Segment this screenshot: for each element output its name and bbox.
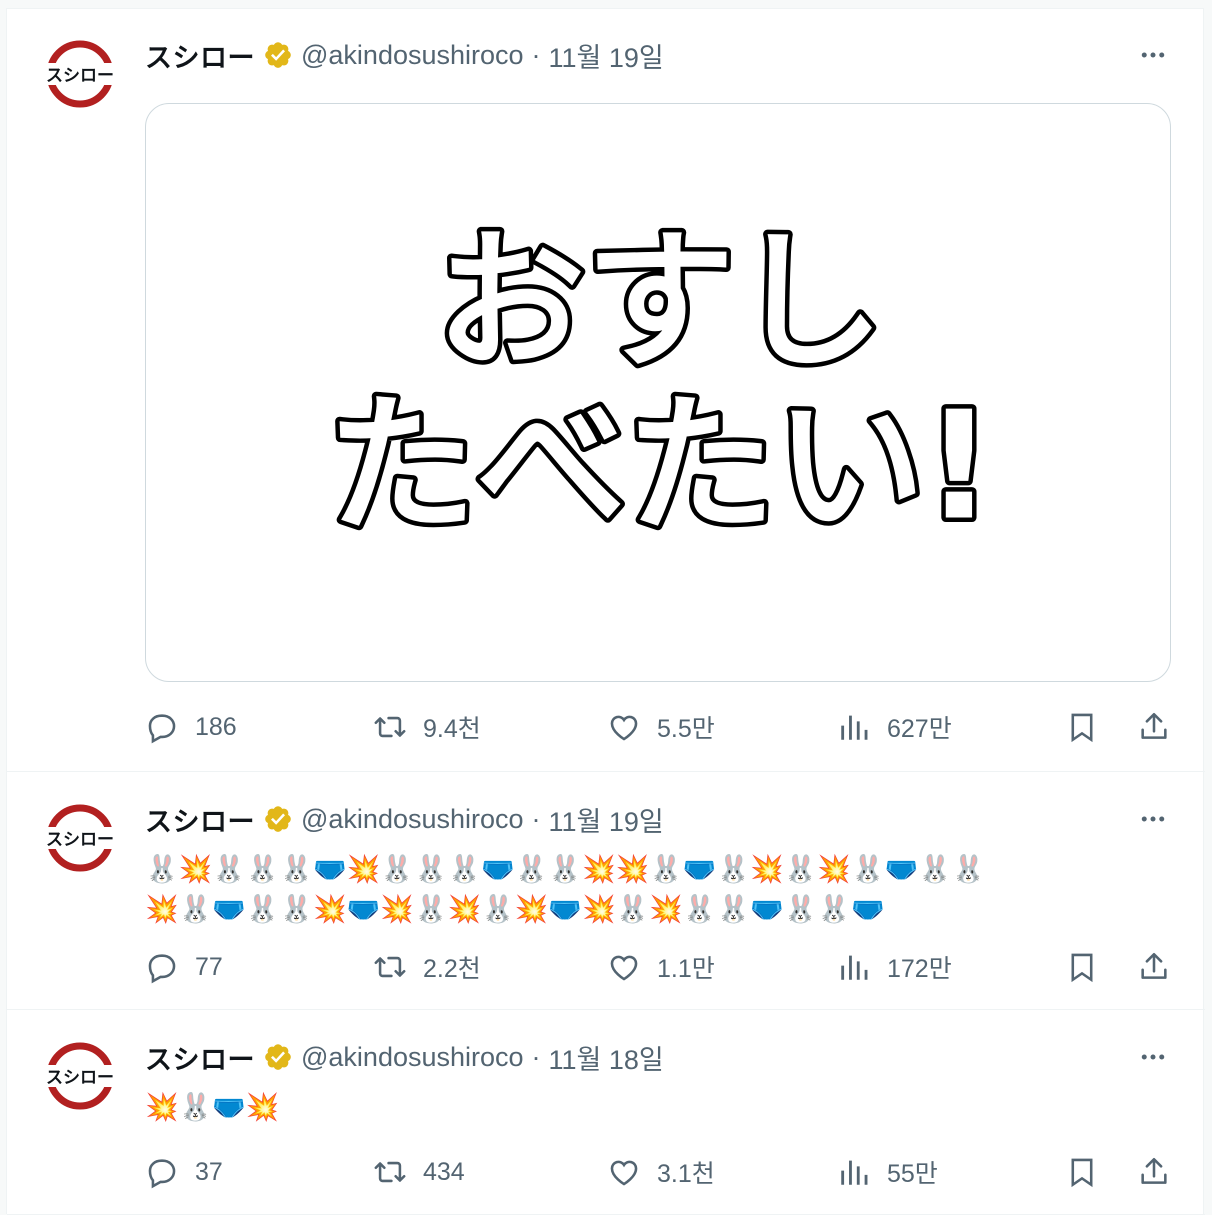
- separator-dot: ·: [531, 39, 541, 70]
- display-name[interactable]: スシロー: [145, 1038, 255, 1077]
- retweet-icon: [374, 956, 406, 978]
- like-button[interactable]: 5.5만: [607, 707, 715, 747]
- bookmark-icon: [1071, 953, 1093, 983]
- views-button[interactable]: 627만: [837, 707, 952, 747]
- user-handle[interactable]: @akindosushiroco: [301, 804, 524, 835]
- reply-count: 186: [195, 712, 237, 741]
- share-icon: [1141, 952, 1167, 979]
- tweet-actions: 77 2.2천 1.1만 172만: [145, 947, 1175, 987]
- like-icon: [610, 715, 638, 741]
- more-icon[interactable]: [1135, 801, 1171, 837]
- timeline-feed: スシロー スシロー @akindosushiroco · 11월 19일 おすし…: [6, 8, 1205, 1215]
- share-icon: [1141, 1157, 1167, 1184]
- tweet-header: スシロー @akindosushiroco · 11월 19일: [145, 37, 664, 73]
- tweet-date[interactable]: 11월 19일: [549, 800, 664, 839]
- like-count: 3.1천: [657, 1160, 715, 1188]
- display-name[interactable]: スシロー: [145, 36, 255, 75]
- reply-icon: [148, 714, 176, 744]
- views-count: 172만: [887, 955, 952, 983]
- tweet-text-line: 💥🐰🩲💥: [145, 1092, 280, 1122]
- reply-button[interactable]: 186: [145, 707, 237, 747]
- more-icon[interactable]: [1135, 37, 1171, 73]
- like-count: 5.5만: [657, 715, 715, 743]
- verified-badge-icon[interactable]: [263, 1042, 293, 1072]
- bookmark-button[interactable]: [1065, 707, 1099, 747]
- separator-dot: ·: [531, 803, 541, 834]
- retweet-icon: [374, 716, 406, 738]
- verified-badge-icon[interactable]: [263, 804, 293, 834]
- sushiro-logo-icon: スシロー: [43, 1042, 117, 1110]
- retweet-button[interactable]: 434: [373, 1152, 465, 1192]
- tweet-text: 🐰💥🐰🐰🐰🩲💥🐰🐰🐰🩲🐰🐰💥💥🐰🩲🐰💥🐰💥🐰🩲🐰🐰 💥🐰🩲🐰🐰💥🩲💥🐰💥🐰💥🩲💥…: [145, 849, 1175, 929]
- tweet[interactable]: スシロー スシロー @akindosushiroco · 11월 18일 💥🐰🩲…: [7, 1011, 1205, 1215]
- tweet-actions: 186 9.4천 5.5만 627만: [145, 707, 1175, 747]
- tweet-actions: 37 434 3.1천 55만: [145, 1152, 1175, 1192]
- user-handle[interactable]: @akindosushiroco: [301, 1042, 524, 1073]
- share-button[interactable]: [1137, 947, 1171, 987]
- retweet-button[interactable]: 9.4천: [373, 707, 481, 747]
- retweet-count: 2.2천: [423, 955, 481, 983]
- more-icon[interactable]: [1135, 1039, 1171, 1075]
- reply-icon: [148, 1159, 176, 1189]
- retweet-icon: [374, 1161, 406, 1183]
- reply-count: 37: [195, 1157, 223, 1186]
- retweet-count: 434: [423, 1157, 465, 1186]
- reply-count: 77: [195, 952, 223, 981]
- avatar[interactable]: スシロー: [41, 35, 119, 113]
- reply-icon: [148, 954, 176, 984]
- sushiro-logo-icon: スシロー: [43, 40, 117, 108]
- sushiro-logo-icon: スシロー: [43, 804, 117, 872]
- like-count: 1.1만: [657, 955, 715, 983]
- like-icon: [610, 955, 638, 981]
- tweet-text: 💥🐰🩲💥: [145, 1087, 1175, 1127]
- svg-text:スシロー: スシロー: [46, 830, 114, 850]
- tweet-header: スシロー @akindosushiroco · 11월 18일: [145, 1039, 664, 1075]
- share-icon: [1141, 712, 1167, 739]
- views-count: 627만: [887, 715, 952, 743]
- views-count: 55만: [887, 1160, 938, 1188]
- separator-dot: ·: [531, 1041, 541, 1072]
- tweet-date[interactable]: 11월 18일: [549, 1038, 664, 1077]
- svg-text:スシロー: スシロー: [46, 1068, 114, 1088]
- views-button[interactable]: 172만: [837, 947, 952, 987]
- like-button[interactable]: 3.1천: [607, 1152, 715, 1192]
- tweet-image[interactable]: おすし たべたい!: [145, 103, 1171, 682]
- reply-button[interactable]: 77: [145, 947, 223, 987]
- retweet-count: 9.4천: [423, 715, 481, 743]
- share-button[interactable]: [1137, 1152, 1171, 1192]
- bookmark-icon: [1071, 713, 1093, 743]
- bookmark-button[interactable]: [1065, 947, 1099, 987]
- retweet-button[interactable]: 2.2천: [373, 947, 481, 987]
- user-handle[interactable]: @akindosushiroco: [301, 40, 524, 71]
- bookmark-icon: [1071, 1158, 1093, 1188]
- verified-badge-icon[interactable]: [263, 40, 293, 70]
- svg-text:スシロー: スシロー: [46, 66, 114, 86]
- tweet[interactable]: スシロー スシロー @akindosushiroco · 11월 19일 おすし…: [7, 9, 1205, 772]
- tweet[interactable]: スシロー スシロー @akindosushiroco · 11월 19일 🐰💥🐰…: [7, 773, 1205, 1010]
- reply-button[interactable]: 37: [145, 1152, 223, 1192]
- display-name[interactable]: スシロー: [145, 800, 255, 839]
- like-icon: [610, 1160, 638, 1186]
- tweet-text-line: 🐰💥🐰🐰🐰🩲💥🐰🐰🐰🩲🐰🐰💥💥🐰🩲🐰💥🐰💥🐰🩲🐰🐰: [145, 854, 986, 884]
- image-text-line-1: おすし: [436, 215, 884, 389]
- share-button[interactable]: [1137, 707, 1171, 747]
- avatar[interactable]: スシロー: [41, 799, 119, 877]
- bookmark-button[interactable]: [1065, 1152, 1099, 1192]
- tweet-date[interactable]: 11월 19일: [549, 36, 664, 75]
- tweet-header: スシロー @akindosushiroco · 11월 19일: [145, 801, 664, 837]
- like-button[interactable]: 1.1만: [607, 947, 715, 987]
- avatar[interactable]: スシロー: [41, 1037, 119, 1115]
- image-text-line-2: たべたい!: [327, 380, 993, 554]
- views-icon: [841, 955, 868, 980]
- views-button[interactable]: 55만: [837, 1152, 938, 1192]
- views-icon: [841, 715, 868, 740]
- tweet-text-line: 💥🐰🩲🐰🐰💥🩲💥🐰💥🐰💥🩲💥🐰💥🐰🐰🩲🐰🐰🩲: [145, 894, 885, 924]
- views-icon: [841, 1160, 868, 1185]
